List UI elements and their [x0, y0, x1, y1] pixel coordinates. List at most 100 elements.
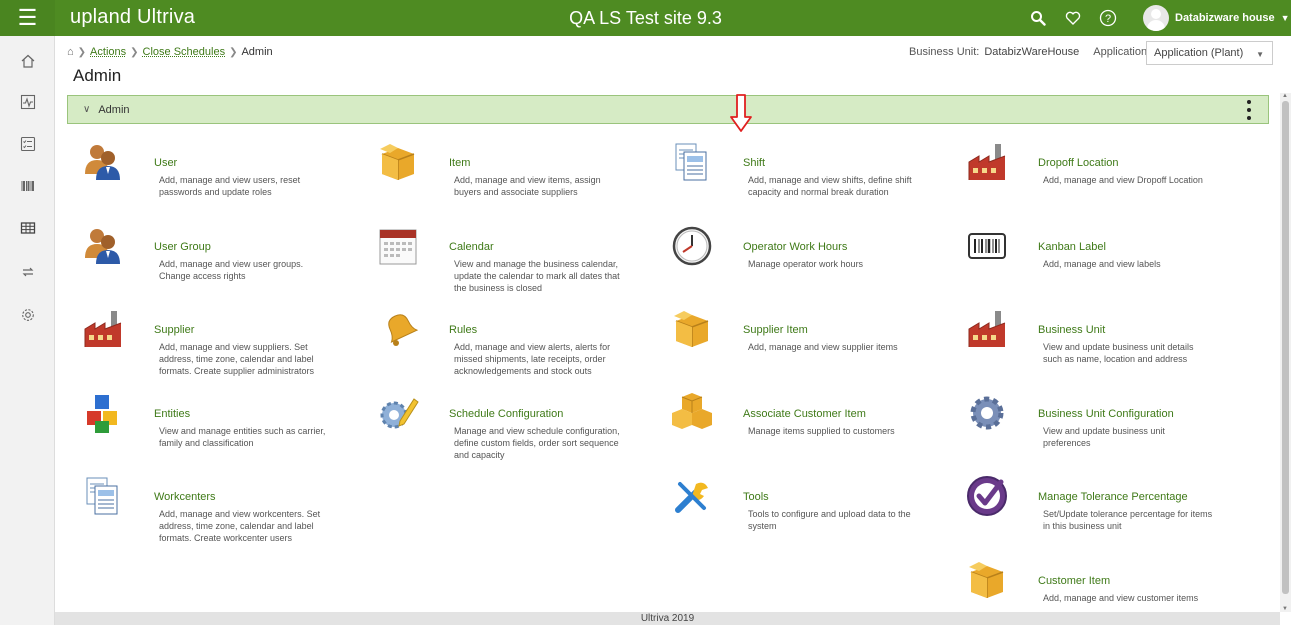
settings-gear-icon[interactable] [19, 306, 37, 324]
activity-monitor-icon[interactable] [19, 93, 37, 111]
scroll-down-icon[interactable]: ▼ [1282, 606, 1288, 612]
card-title[interactable]: Associate Customer Item [743, 408, 866, 420]
admin-panel-header[interactable]: ∨ Admin [67, 95, 1269, 124]
more-options-icon[interactable] [1246, 100, 1252, 120]
users-icon[interactable] [81, 224, 125, 268]
checklist-icon[interactable] [19, 135, 37, 153]
svg-text:?: ? [1105, 13, 1111, 25]
card-description: Add, manage and view supplier items [748, 342, 898, 352]
application-select[interactable]: Application (Plant) ▼ [1146, 41, 1273, 65]
factory-icon[interactable] [965, 307, 1009, 351]
application-select-value: Application (Plant) [1154, 47, 1244, 59]
help-icon[interactable]: ? [1096, 6, 1120, 30]
card-title[interactable]: Entities [154, 408, 190, 420]
heart-icon[interactable] [1061, 6, 1085, 30]
home-breadcrumb-icon[interactable]: ⌂ [67, 46, 74, 58]
tools-icon[interactable] [670, 474, 714, 518]
card-title[interactable]: Supplier Item [743, 324, 808, 336]
card-description: Add, manage and view labels [1043, 259, 1161, 269]
card-description: Set/Update tolerance percentage for item… [1043, 509, 1213, 531]
check-badge-icon[interactable] [965, 474, 1009, 518]
business-unit-info: Business Unit: DatabizWareHouse Applicat… [909, 46, 1150, 58]
card-description: View and update business unit preference… [1043, 426, 1165, 448]
card-description: Add, manage and view suppliers. Set addr… [159, 342, 315, 376]
clock-icon[interactable] [670, 224, 714, 268]
home-icon[interactable] [19, 52, 37, 70]
card-description: Manage operator work hours [748, 259, 864, 269]
business-unit-value: DatabizWareHouse [984, 46, 1080, 58]
chevron-right-icon: ❯ [229, 46, 238, 58]
card-description: Add, manage and view workcenters. Set ad… [159, 509, 321, 543]
card-title[interactable]: User [154, 157, 177, 169]
dropdown-arrow-icon: ▼ [1256, 50, 1264, 59]
table-icon[interactable] [19, 219, 37, 237]
factory-icon[interactable] [965, 140, 1009, 184]
documents-icon[interactable] [670, 140, 714, 184]
scrollbar[interactable]: ▲ ▼ [1280, 93, 1291, 612]
card-title[interactable]: Business Unit [1038, 324, 1105, 336]
blocks-icon[interactable] [81, 391, 125, 435]
calendar-icon[interactable] [376, 224, 420, 268]
card-title[interactable]: Shift [743, 157, 765, 169]
card-title[interactable]: Tools [743, 491, 769, 503]
breadcrumb-actions[interactable]: Actions [90, 46, 126, 58]
card-title[interactable]: Supplier [154, 324, 194, 336]
card-title[interactable]: Operator Work Hours [743, 241, 847, 253]
card-description: Add, manage and view user groups. Change… [159, 259, 304, 281]
card-title[interactable]: User Group [154, 241, 211, 253]
panel-title: Admin [98, 103, 130, 116]
pencil-gear-icon[interactable] [376, 391, 420, 435]
breadcrumb-admin: Admin [241, 46, 273, 58]
users-icon[interactable] [81, 140, 125, 184]
application-label: Application: [1093, 46, 1151, 58]
boxes-icon[interactable] [670, 391, 714, 435]
sync-icon[interactable] [19, 263, 37, 281]
hamburger-menu-icon[interactable]: ☰ [0, 0, 55, 36]
card-description: Add, manage and view customer items [1043, 593, 1199, 603]
box-icon[interactable] [376, 140, 420, 184]
barcode-icon[interactable] [965, 224, 1009, 268]
card-description: Tools to configure and upload data to th… [748, 509, 911, 531]
left-nav [0, 36, 55, 625]
logo-ultriva-text: Ultriva [137, 6, 196, 28]
card-description: View and manage entities such as carrier… [159, 426, 326, 448]
card-title[interactable]: Dropoff Location [1038, 157, 1119, 169]
documents-icon[interactable] [81, 474, 125, 518]
user-name: Databizware house [1175, 12, 1275, 24]
card-title[interactable]: Manage Tolerance Percentage [1038, 491, 1188, 503]
top-bar: ☰ upland Ultriva QA LS Test site 9.3 ? D… [0, 0, 1291, 36]
chevron-down-icon[interactable]: ∨ [83, 104, 90, 115]
card-title[interactable]: Rules [449, 324, 477, 336]
card-description: Add, manage and view items, assign buyer… [454, 175, 601, 197]
card-title[interactable]: Item [449, 157, 470, 169]
card-description: Add, manage and view users, reset passwo… [159, 175, 301, 197]
factory-icon[interactable] [81, 307, 125, 351]
footer: Ultriva 2019 [55, 612, 1280, 625]
card-description: Add, manage and view shifts, define shif… [748, 175, 912, 197]
scrollbar-thumb[interactable] [1282, 101, 1289, 594]
card-description: Add, manage and view alerts, alerts for … [454, 342, 611, 376]
barcode-icon[interactable] [19, 177, 37, 195]
search-icon[interactable] [1026, 6, 1050, 30]
breadcrumb-close-schedules[interactable]: Close Schedules [143, 46, 226, 58]
chevron-right-icon: ❯ [130, 46, 139, 58]
user-menu[interactable]: Databizware house ▼ [1143, 5, 1290, 31]
box-icon[interactable] [965, 558, 1009, 602]
breadcrumb: ⌂ ❯ Actions ❯ Close Schedules ❯ Admin [67, 46, 273, 58]
avatar [1143, 5, 1169, 31]
bell-icon[interactable] [376, 307, 420, 351]
card-title[interactable]: Customer Item [1038, 575, 1110, 587]
upland-ultriva-logo[interactable]: upland Ultriva [70, 6, 195, 29]
card-title[interactable]: Workcenters [154, 491, 216, 503]
box-icon[interactable] [670, 307, 714, 351]
card-title[interactable]: Calendar [449, 241, 494, 253]
gear-icon[interactable] [965, 391, 1009, 435]
card-title[interactable]: Kanban Label [1038, 241, 1106, 253]
scroll-up-icon[interactable]: ▲ [1282, 93, 1288, 99]
card-description: View and update business unit details su… [1043, 342, 1194, 364]
business-unit-label: Business Unit: [909, 46, 980, 58]
caret-down-icon: ▼ [1280, 13, 1290, 23]
card-title[interactable]: Business Unit Configuration [1038, 408, 1174, 420]
card-description: Manage and view schedule configuration, … [454, 426, 620, 460]
card-title[interactable]: Schedule Configuration [449, 408, 563, 420]
